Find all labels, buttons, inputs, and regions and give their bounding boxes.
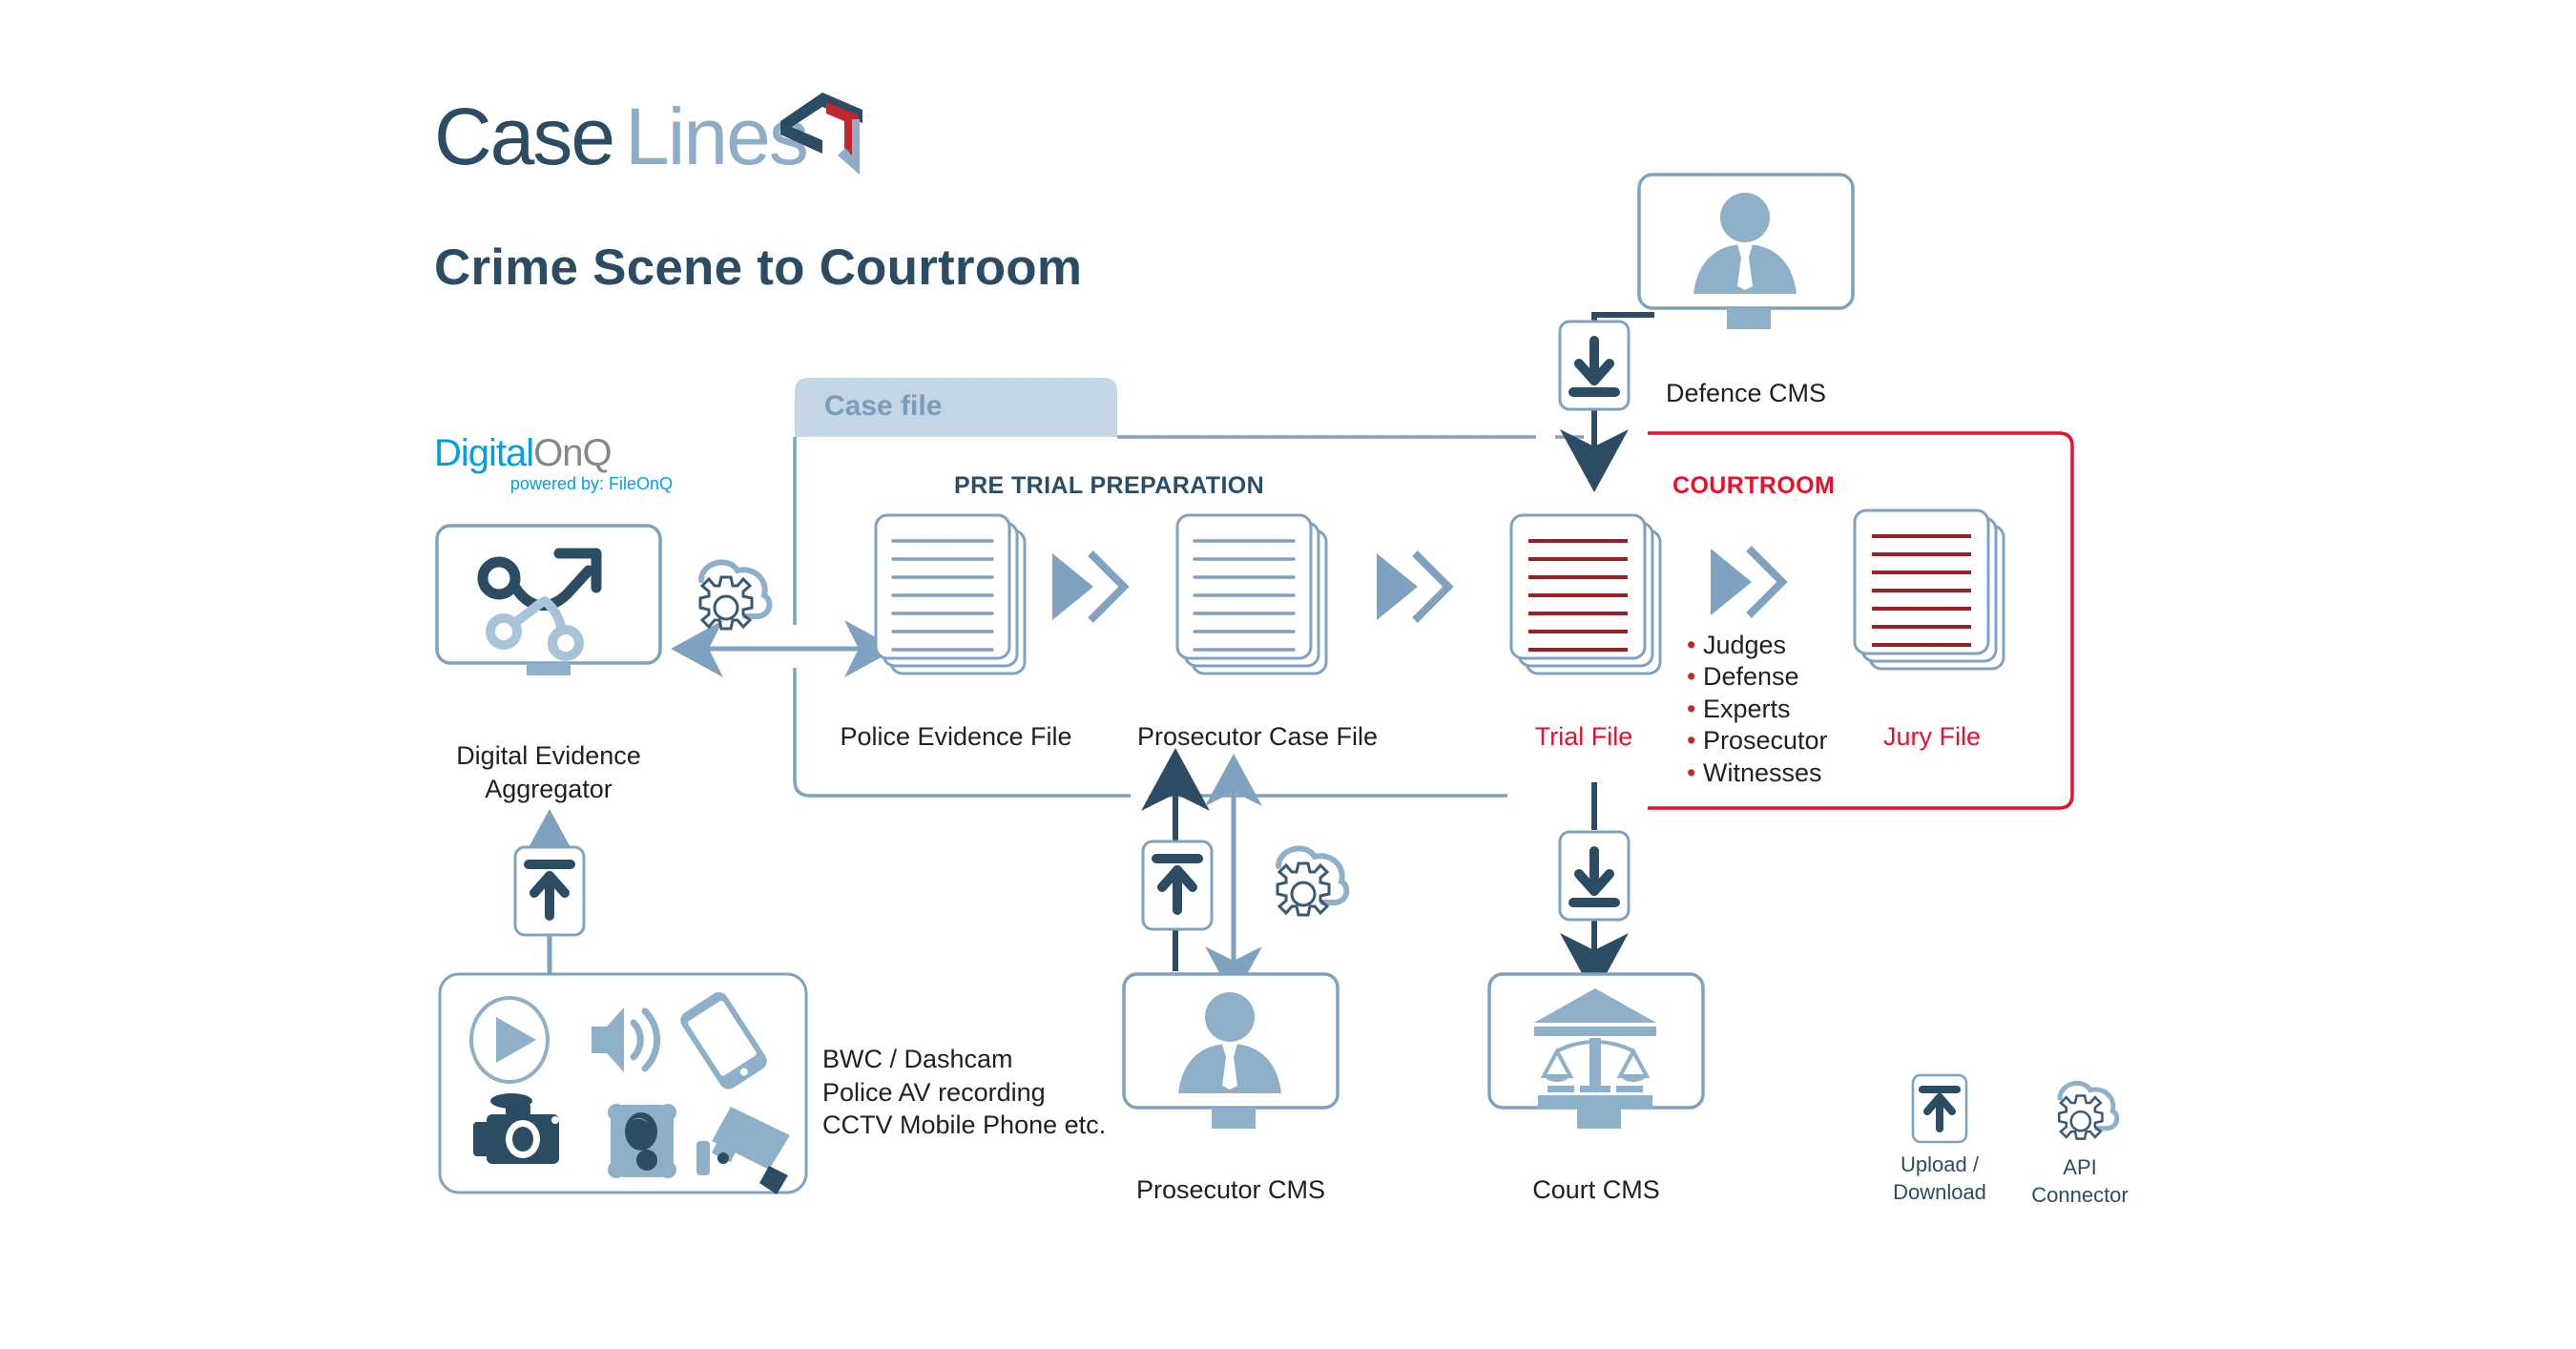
- node-court-cms[interactable]: [1486, 971, 1715, 1141]
- upload-download-icon: [1558, 320, 1631, 411]
- legend-upload-download: Upload / Download: [1878, 1073, 2002, 1206]
- list-item: • Defense: [1687, 662, 1799, 692]
- node-label-jury-file: Jury File: [1882, 722, 1981, 751]
- chevron-trial-to-jury: [1711, 546, 1788, 618]
- bullet-dot-icon: •: [1687, 726, 1696, 756]
- vendor-logo-part1: Digital: [434, 432, 534, 474]
- legend-label-upload-download: Upload / Download: [1893, 1152, 1986, 1204]
- bullet-dot-icon: •: [1687, 758, 1696, 787]
- upload-download-icon: [1141, 840, 1214, 931]
- document-stack-icon: [874, 513, 1027, 675]
- bullet-dot-icon: •: [1687, 662, 1696, 692]
- page-title: Crime Scene to Courtroom: [434, 239, 1083, 296]
- case-file-tab-label: Case file: [824, 390, 943, 422]
- document-stack-icon: [1509, 513, 1662, 675]
- node-label-prosecutor-case-file: Prosecutor Case File: [1136, 722, 1379, 751]
- evidence-sources-icon-grid: [438, 972, 808, 1194]
- api-cloud-gear-icon: [2057, 1080, 2120, 1140]
- barrister-monitor-icon: [1122, 972, 1340, 1141]
- node-label-trial-file: Trial File: [1534, 722, 1633, 751]
- upload-download-icon: [1558, 830, 1631, 922]
- vendor-logo-part2: OnQ: [533, 432, 612, 474]
- api-cloud-gear-icon: [1276, 845, 1350, 917]
- legend-api-connector: API Connector: [2008, 1067, 2151, 1209]
- caselines-logo: Case Lines: [434, 91, 863, 181]
- node-label-aggregator: Digital Evidence Aggregator: [456, 741, 641, 803]
- list-item: • Witnesses: [1687, 758, 1822, 787]
- logo-text-case: Case: [434, 92, 615, 181]
- list-item: • Judges: [1687, 631, 1787, 659]
- bullet-dot-icon: •: [1687, 694, 1696, 723]
- barrister-monitor-icon: [1637, 173, 1855, 342]
- upload-icon-prosecutor: [1141, 840, 1214, 936]
- api-connector-icon-aggregator: [673, 544, 778, 654]
- bullet-dot-icon: •: [1687, 631, 1696, 659]
- node-label-defence-cms: Defence CMS: [1665, 379, 1827, 407]
- vendor-logo-tagline: powered by: FileOnQ: [509, 474, 673, 493]
- api-cloud-gear-icon: [698, 559, 773, 631]
- node-label-prosecutor-cms: Prosecutor CMS: [1135, 1175, 1326, 1204]
- api-connector-icon-prosecutor: [1250, 830, 1355, 940]
- diagram-canvas: Case Lines Crime Scene to Courtroom Digi…: [0, 0, 2576, 1349]
- legend-label-api-connector: API Connector: [2031, 1155, 2129, 1207]
- download-icon-court: [1558, 830, 1631, 926]
- document-stack-icon: [1175, 513, 1328, 675]
- node-label-court-cms: Court CMS: [1532, 1175, 1660, 1204]
- chevron-prosecutor-to-trial: [1377, 550, 1454, 623]
- evidence-sources-box[interactable]: [437, 971, 809, 1200]
- upload-download-icon: [513, 845, 586, 937]
- node-trial-file[interactable]: [1506, 506, 1677, 692]
- upload-icon-sources: [513, 845, 586, 942]
- section-title-pre-trial: PRE TRIAL PREPARATION: [954, 472, 1265, 499]
- node-police-evidence-file[interactable]: [870, 506, 1042, 692]
- upload-download-icon: [1911, 1073, 1968, 1144]
- list-item: • Prosecutor: [1687, 726, 1828, 756]
- node-defence-cms[interactable]: [1636, 172, 1865, 342]
- node-label-police-evidence-file: Police Evidence File: [840, 722, 1072, 751]
- list-item: • Experts: [1687, 694, 1791, 723]
- node-prosecutor-case-file[interactable]: [1172, 506, 1343, 692]
- node-digital-evidence-aggregator[interactable]: [434, 523, 663, 695]
- logo-mark-icon: [780, 93, 862, 175]
- section-title-courtroom: COURTROOM: [1672, 472, 1836, 499]
- node-jury-file[interactable]: [1849, 501, 2021, 687]
- courthouse-scales-monitor-icon: [1487, 972, 1705, 1141]
- evidence-sources-note: BWC / Dashcam Police AV recording CCTV M…: [822, 1045, 1107, 1140]
- download-icon-defence: [1558, 320, 1631, 416]
- courtroom-participants-list: • Judges • Defense • Experts • Prosecuto…: [1687, 630, 1828, 789]
- vendor-logo: DigitalOnQ powered by: FileOnQ: [434, 434, 673, 494]
- chevron-police-to-prosecutor: [1052, 550, 1130, 623]
- workflow-monitor-icon: [435, 524, 662, 695]
- node-prosecutor-cms[interactable]: [1121, 971, 1350, 1141]
- body-worn-camera-icon: [608, 1104, 676, 1178]
- document-stack-icon: [1853, 508, 2005, 671]
